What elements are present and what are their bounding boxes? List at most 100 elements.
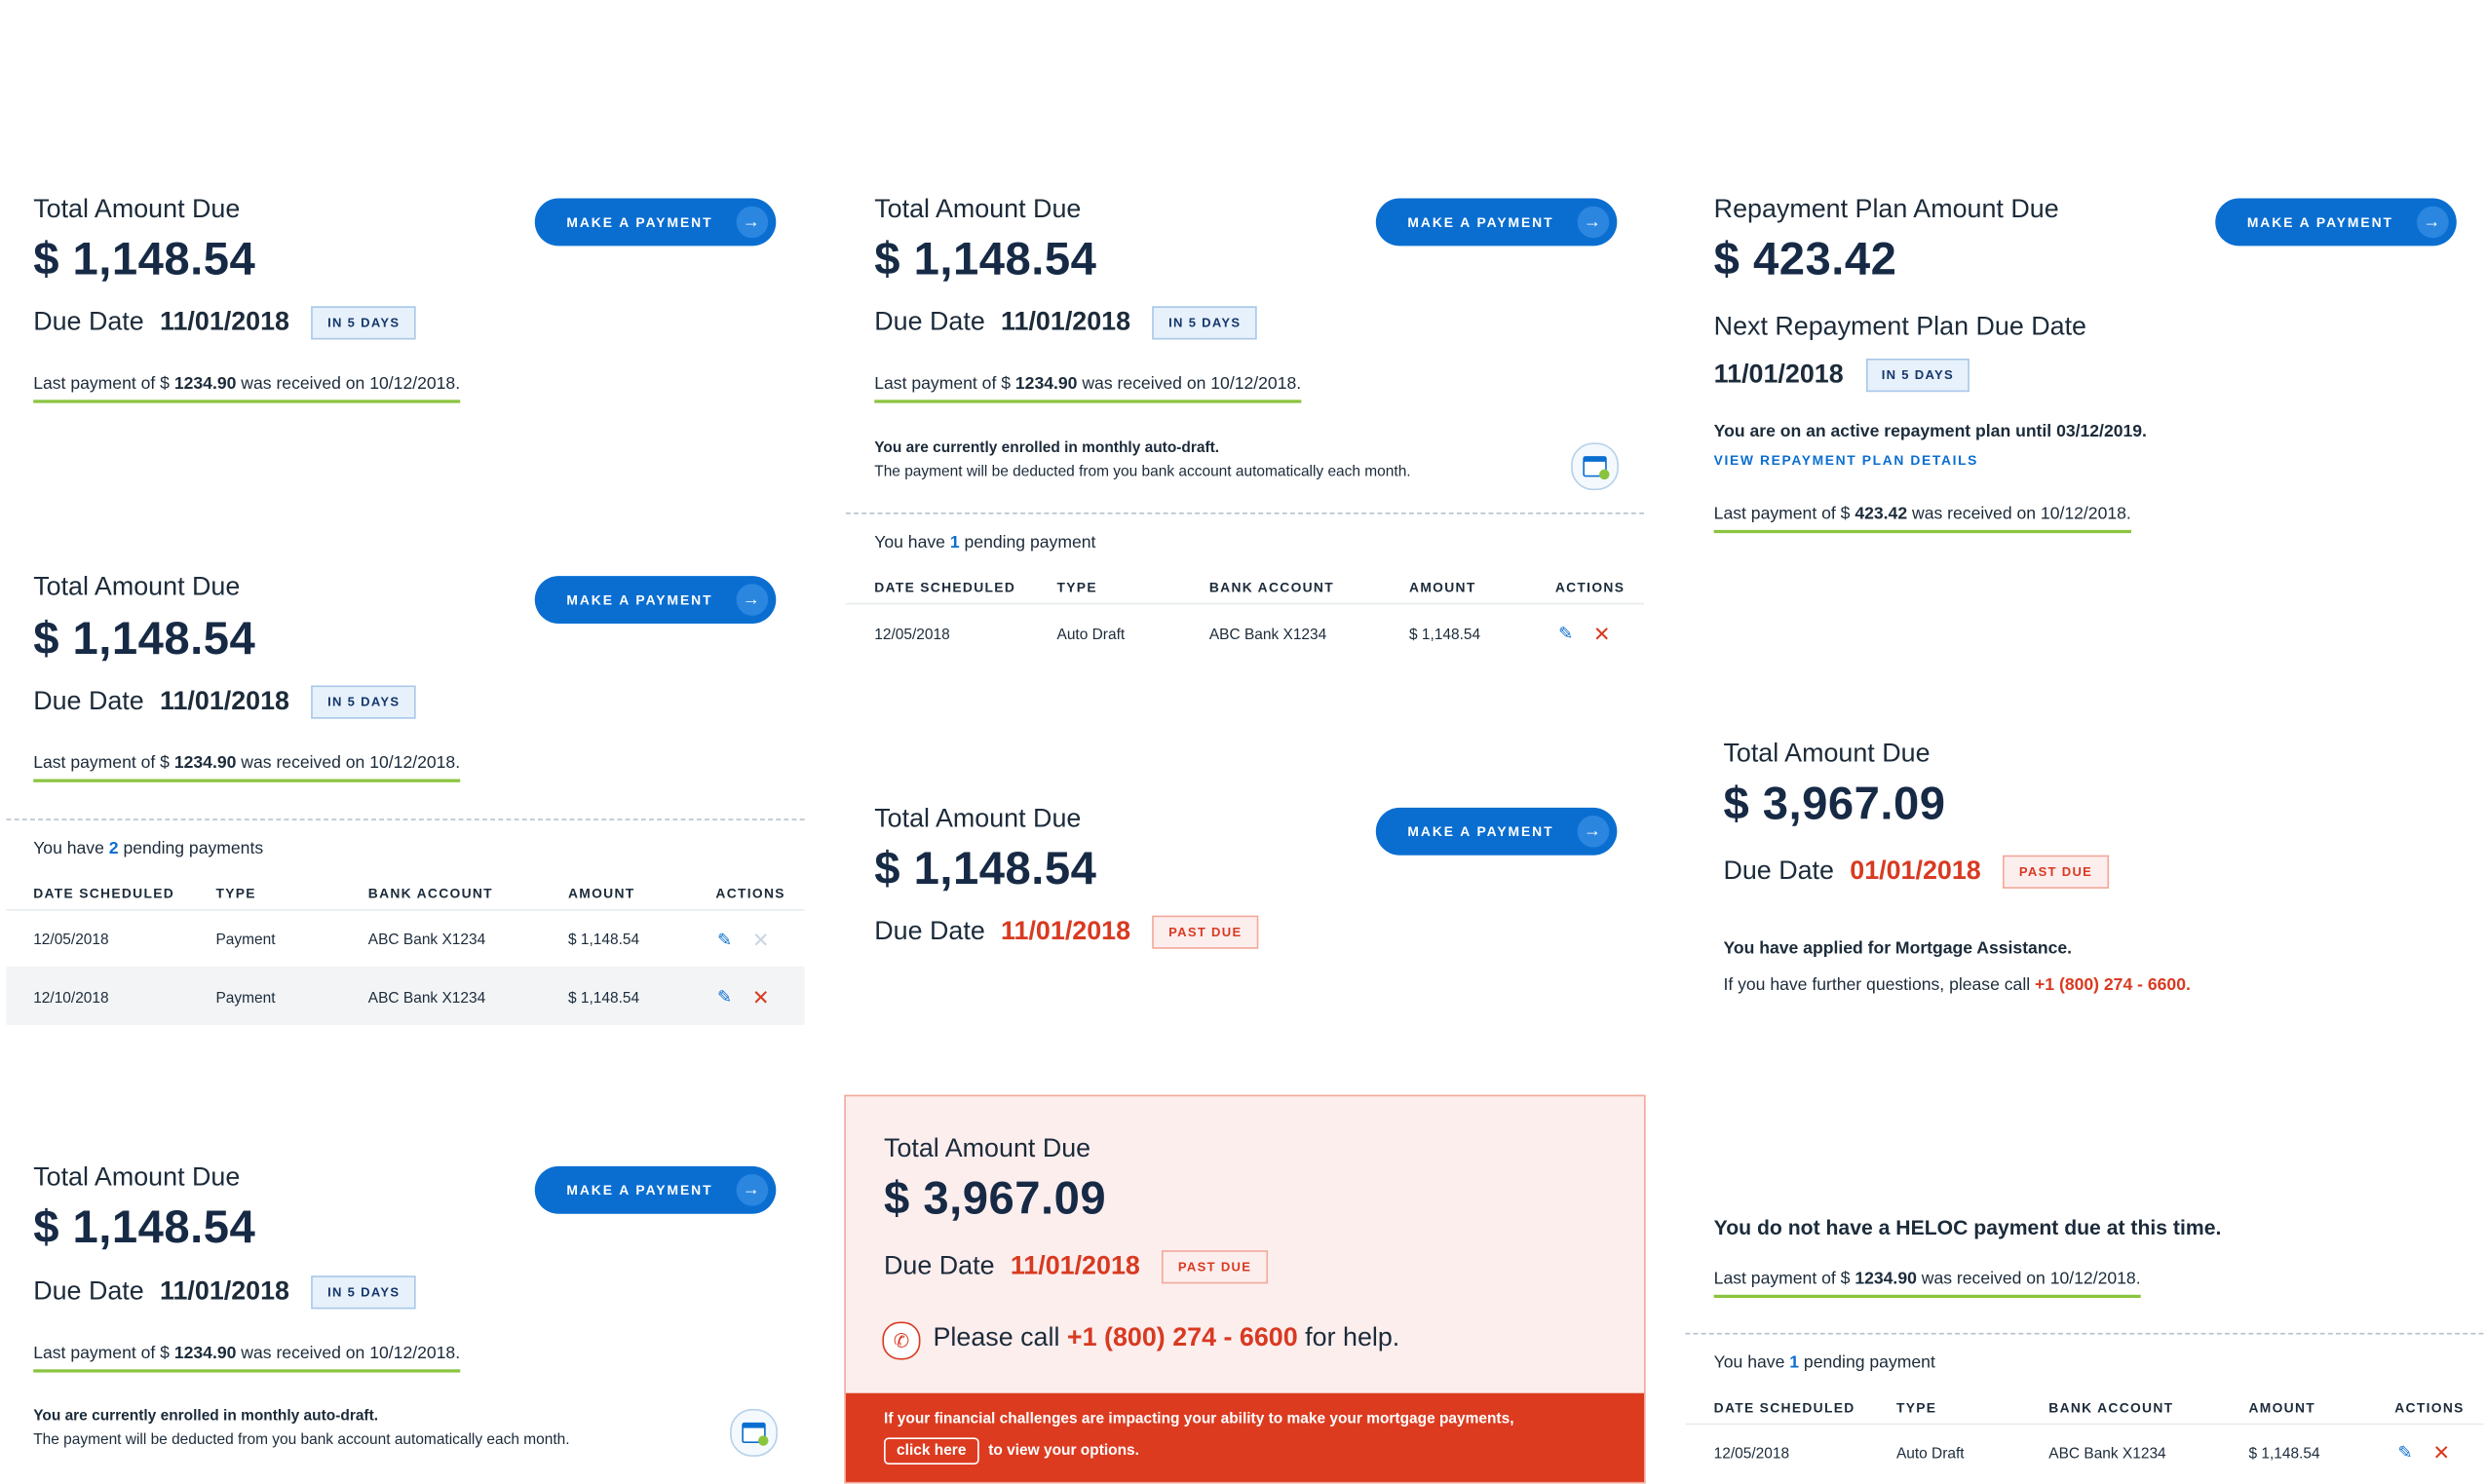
due-label: Due Date: [1723, 856, 1834, 886]
calendar-check-icon: [1571, 442, 1619, 491]
amount-due: $ 1,148.54: [33, 614, 256, 666]
due-label: Due Date: [874, 917, 985, 946]
last-payment-text: Last payment of $ 1234.90 was received o…: [33, 753, 460, 782]
arrow-right-icon: →: [1577, 815, 1610, 848]
last-payment-text: Last payment of $ 1234.90 was received o…: [33, 374, 460, 403]
col-actions: ACTIONS: [1554, 579, 1625, 595]
assistance-banner: If your financial challenges are impacti…: [845, 1392, 1645, 1482]
amount-due: $ 1,148.54: [33, 1202, 256, 1254]
col-amount: AMOUNT: [1409, 579, 1476, 595]
col-bank: BANK ACCOUNT: [367, 885, 493, 901]
make-payment-label: MAKE A PAYMENT: [566, 1182, 713, 1199]
col-date: DATE SCHEDULED: [874, 579, 1016, 595]
amount-due: $ 1,148.54: [33, 235, 256, 286]
make-payment-button[interactable]: MAKE A PAYMENT →: [1375, 198, 1618, 247]
due-label: Due Date: [33, 687, 144, 716]
view-repayment-link[interactable]: VIEW REPAYMENT PLAN DETAILS: [1714, 452, 1978, 468]
arrow-right-icon: →: [1577, 206, 1610, 239]
edit-icon[interactable]: ✎: [717, 930, 732, 951]
due-label: Due Date: [884, 1251, 995, 1281]
status-badge: IN 5 DAYS: [1865, 359, 1970, 393]
last-payment-text: Last payment of $ 1234.90 was received o…: [874, 374, 1302, 403]
due-date-line: Due Date 11/01/2018 IN 5 DAYS: [33, 685, 416, 719]
delete-icon[interactable]: ✕: [752, 987, 770, 1008]
phone-icon: ✆: [882, 1321, 921, 1360]
total-label: Total Amount Due: [33, 1162, 241, 1192]
col-date: DATE SCHEDULED: [33, 885, 175, 901]
make-payment-label: MAKE A PAYMENT: [1407, 213, 1554, 231]
click-here-button[interactable]: click here: [884, 1437, 979, 1465]
phone-link[interactable]: +1 (800) 274 - 6600.: [2035, 975, 2191, 995]
edit-icon[interactable]: ✎: [1558, 624, 1573, 645]
total-label: Total Amount Due: [874, 195, 1082, 224]
heloc-title: You do not have a HELOC payment due at t…: [1713, 1215, 2222, 1239]
active-plan-text: You are on an active repayment plan unti…: [1713, 422, 2147, 441]
due-date-line: Due Date 11/01/2018 PAST DUE: [884, 1250, 1268, 1284]
make-payment-label: MAKE A PAYMENT: [566, 213, 713, 231]
pending-count: You have 2 pending payments: [33, 839, 264, 858]
repayment-amount: $ 423.42: [1713, 235, 1897, 286]
due-date: 01/01/2018: [1850, 856, 1981, 886]
delete-icon: ✕: [751, 928, 770, 953]
status-badge: IN 5 DAYS: [311, 685, 416, 719]
due-label: Due Date: [33, 307, 144, 337]
make-payment-label: MAKE A PAYMENT: [2246, 213, 2393, 231]
arrow-right-icon: →: [736, 206, 769, 239]
last-payment-text: Last payment of $ 1234.90 was received o…: [33, 1344, 460, 1373]
due-date-line: 11/01/2018 IN 5 DAYS: [1713, 359, 1970, 393]
make-payment-label: MAKE A PAYMENT: [1407, 823, 1554, 840]
due-date-line: Due Date 11/01/2018 IN 5 DAYS: [33, 306, 416, 340]
delete-icon[interactable]: ✕: [1593, 624, 1611, 644]
due-date: 11/01/2018: [160, 687, 290, 716]
total-label: Total Amount Due: [33, 195, 241, 224]
col-actions: ACTIONS: [715, 885, 785, 901]
make-payment-button[interactable]: MAKE A PAYMENT →: [534, 198, 777, 247]
col-type: TYPE: [215, 885, 256, 901]
make-payment-button[interactable]: MAKE A PAYMENT →: [534, 576, 777, 624]
arrow-right-icon: →: [736, 584, 769, 616]
col-bank: BANK ACCOUNT: [1208, 579, 1335, 595]
delete-icon[interactable]: ✕: [2432, 1442, 2450, 1463]
status-badge: IN 5 DAYS: [311, 1275, 416, 1310]
total-label: Total Amount Due: [1723, 739, 1931, 769]
status-badge: IN 5 DAYS: [1152, 306, 1257, 340]
make-payment-button[interactable]: MAKE A PAYMENT →: [2215, 198, 2457, 247]
call-for-help: Please call +1 (800) 274 - 6600 for help…: [933, 1323, 1400, 1352]
due-label: Due Date: [874, 307, 985, 337]
due-date-line: Due Date 11/01/2018 IN 5 DAYS: [874, 306, 1257, 340]
past-due-badge: PAST DUE: [1162, 1250, 1268, 1284]
col-type: TYPE: [1895, 1399, 1937, 1416]
due-date: 11/01/2018: [160, 307, 290, 337]
due-date: 11/01/2018: [1001, 917, 1131, 946]
edit-icon[interactable]: ✎: [717, 987, 732, 1008]
due-date: 11/01/2018: [1010, 1251, 1140, 1281]
col-date: DATE SCHEDULED: [1713, 1399, 1855, 1416]
total-label: Total Amount Due: [874, 804, 1082, 833]
amount-due: $ 1,148.54: [874, 844, 1097, 895]
make-payment-label: MAKE A PAYMENT: [566, 591, 713, 608]
col-amount: AMOUNT: [2248, 1399, 2316, 1416]
divider: [1685, 1332, 2484, 1335]
amount-due: $ 3,967.09: [1723, 779, 1946, 830]
col-actions: ACTIONS: [2394, 1399, 2465, 1416]
banner-link-line: click here to view your options.: [884, 1437, 1139, 1465]
arrow-right-icon: →: [2417, 206, 2449, 239]
phone-link[interactable]: +1 (800) 274 - 6600: [1067, 1323, 1298, 1351]
col-type: TYPE: [1056, 579, 1097, 595]
last-payment-text: Last payment of $ 423.42 was received on…: [1713, 505, 2131, 534]
col-bank: BANK ACCOUNT: [2048, 1399, 2174, 1416]
col-amount: AMOUNT: [567, 885, 635, 901]
make-payment-button[interactable]: MAKE A PAYMENT →: [1375, 807, 1618, 856]
next-due-label: Next Repayment Plan Due Date: [1713, 312, 2087, 342]
arrow-right-icon: →: [736, 1174, 769, 1206]
due-date: 11/01/2018: [160, 1276, 290, 1307]
past-due-badge: PAST DUE: [2003, 855, 2109, 889]
make-payment-button[interactable]: MAKE A PAYMENT →: [534, 1165, 777, 1214]
due-date: 11/01/2018: [1001, 307, 1131, 337]
edit-icon[interactable]: ✎: [2398, 1442, 2413, 1464]
total-label: Total Amount Due: [33, 572, 241, 602]
due-date: 11/01/2018: [1713, 360, 1844, 389]
last-payment-text: Last payment of $ 1234.90 was received o…: [1713, 1270, 2141, 1299]
assistance-applied: You have applied for Mortgage Assistance…: [1723, 939, 2073, 959]
pending-count: You have 1 pending payment: [1713, 1353, 1935, 1373]
